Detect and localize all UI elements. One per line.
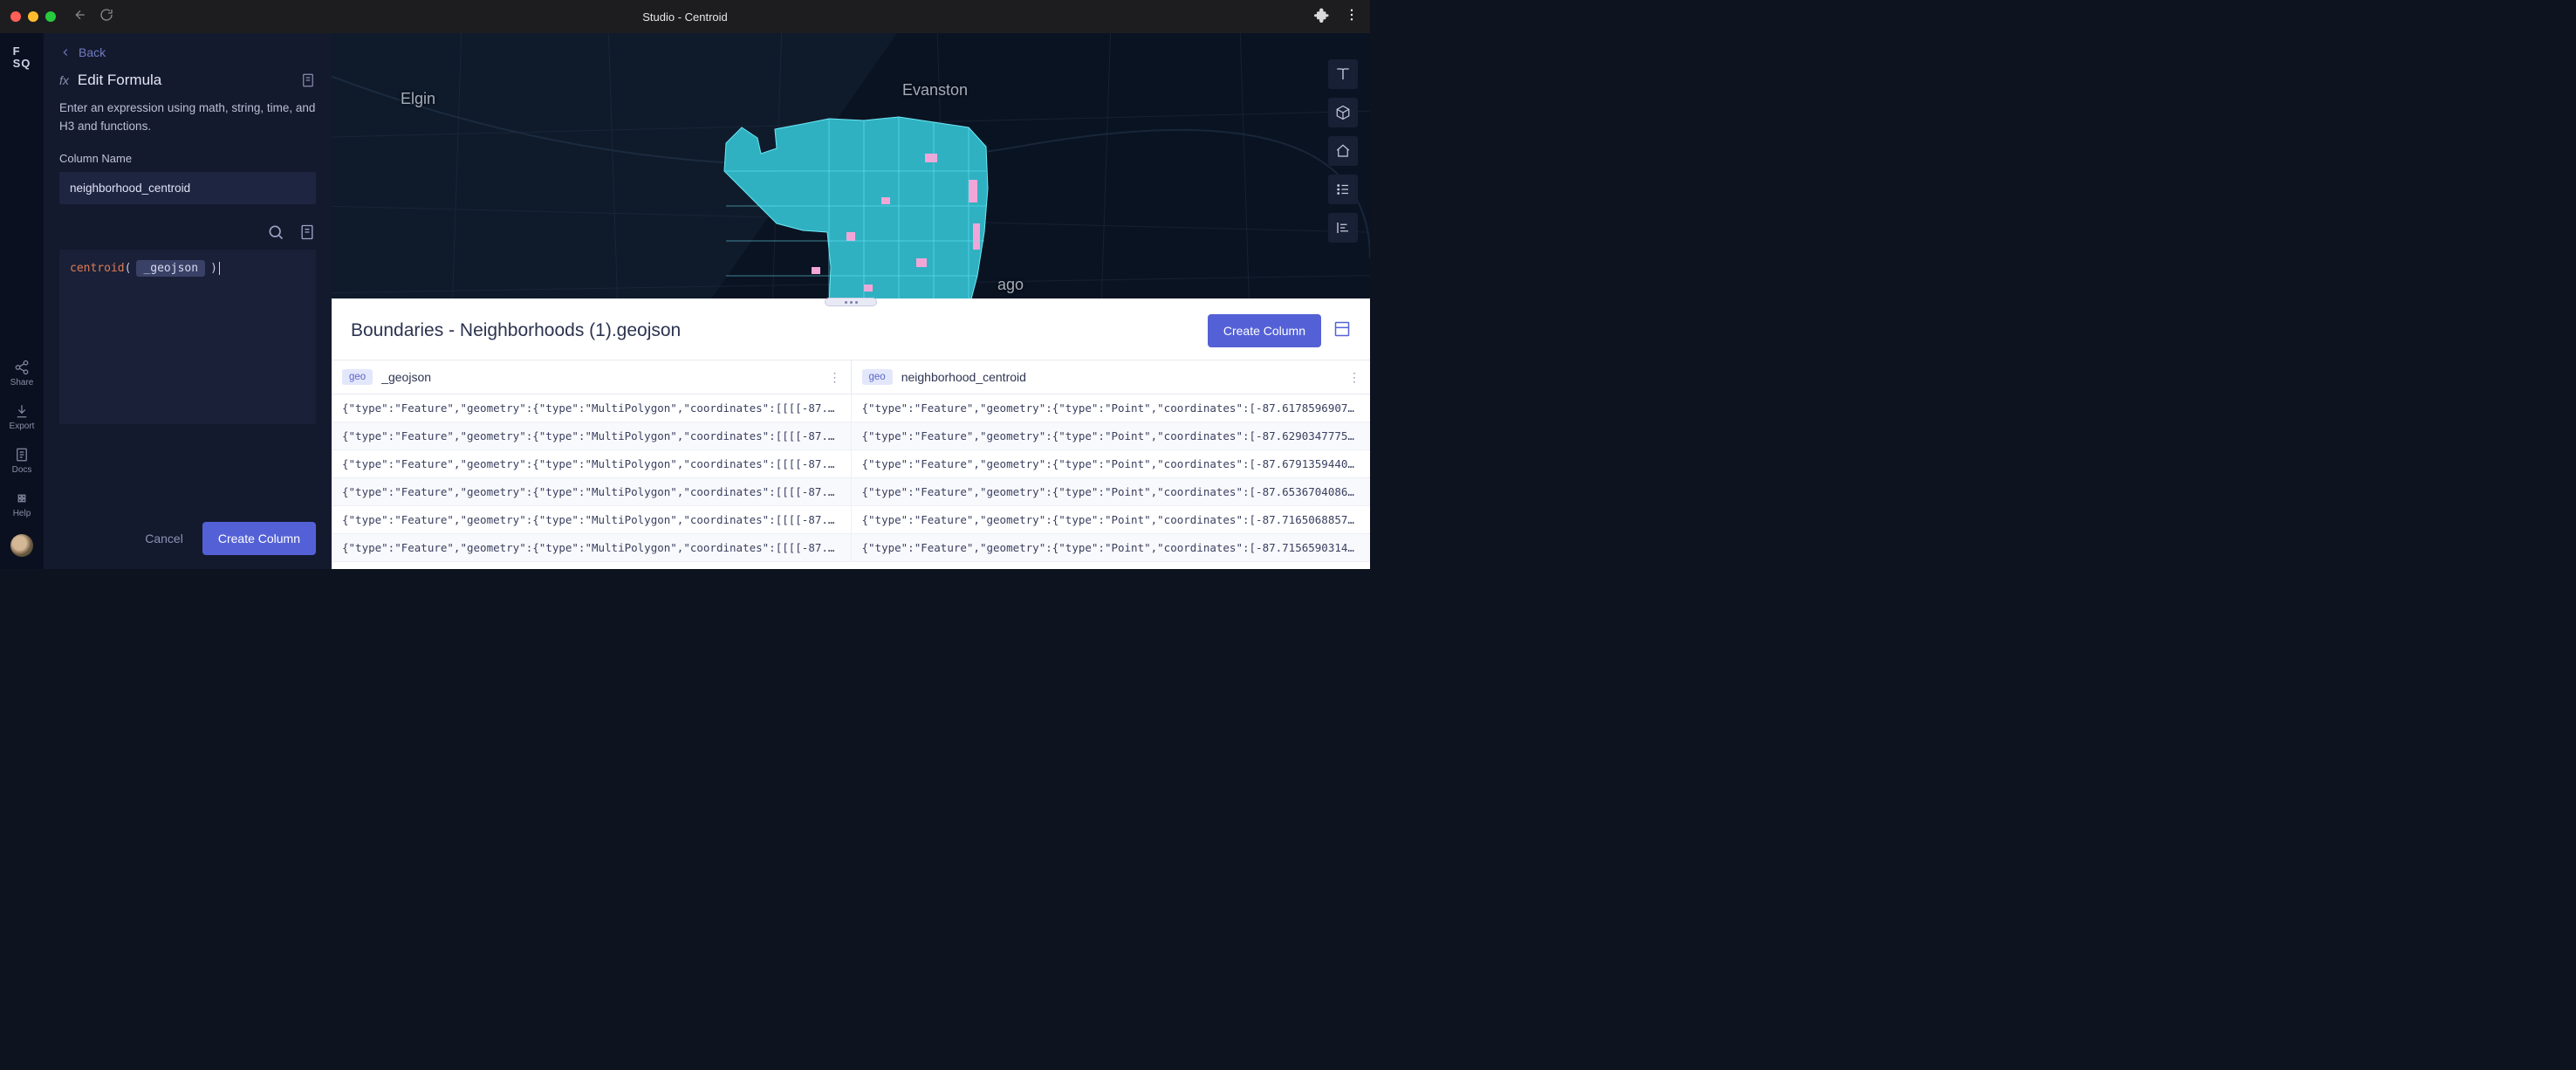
fx-icon: fx	[59, 73, 69, 87]
map-label: ago	[997, 276, 1024, 294]
column-header[interactable]: geo neighborhood_centroid ⋮	[852, 360, 1371, 394]
window-title: Studio - Centroid	[642, 10, 728, 24]
table-cell: {"type":"Feature","geometry":{"type":"Po…	[852, 450, 1371, 477]
house-icon[interactable]	[1328, 136, 1358, 166]
column-menu-icon[interactable]: ⋮	[829, 370, 842, 385]
table-cell: {"type":"Feature","geometry":{"type":"Po…	[852, 506, 1371, 533]
column-name: neighborhood_centroid	[901, 370, 1026, 384]
book-open-icon[interactable]	[1328, 59, 1358, 89]
column-name: _geojson	[381, 370, 431, 384]
text-cursor	[219, 262, 227, 275]
map-label: Elgin	[401, 90, 435, 108]
help-icon	[14, 490, 30, 506]
minimize-window-icon[interactable]	[28, 11, 38, 22]
back-button[interactable]: Back	[59, 45, 316, 59]
export-icon	[14, 403, 30, 419]
search-icon[interactable]	[267, 223, 284, 241]
column-name-label: Column Name	[59, 152, 316, 165]
rail-label: Docs	[12, 465, 32, 475]
table-body[interactable]: {"type":"Feature","geometry":{"type":"Mu…	[332, 394, 1370, 569]
rail-label: Export	[10, 422, 35, 431]
docs-icon	[14, 447, 30, 463]
type-chip: geo	[862, 369, 893, 385]
panel-description: Enter an expression using math, string, …	[59, 99, 316, 136]
reference-icon[interactable]	[298, 223, 316, 241]
window-titlebar: Studio - Centroid	[0, 0, 1370, 33]
extension-icon[interactable]	[1314, 7, 1330, 27]
cancel-button[interactable]: Cancel	[133, 522, 195, 555]
create-column-button[interactable]: Create Column	[202, 522, 316, 555]
app-logo: F SQ	[13, 45, 31, 70]
map-polygon-layer	[707, 93, 1004, 319]
table-row[interactable]: {"type":"Feature","geometry":{"type":"Mu…	[332, 534, 1370, 562]
table-cell: {"type":"Feature","geometry":{"type":"Po…	[852, 534, 1371, 561]
table-cell: {"type":"Feature","geometry":{"type":"Mu…	[332, 534, 852, 561]
maximize-window-icon[interactable]	[45, 11, 56, 22]
panel-title: Edit Formula	[78, 72, 291, 89]
table-cell: {"type":"Feature","geometry":{"type":"Mu…	[332, 422, 852, 449]
rail-share[interactable]: Share	[10, 360, 34, 388]
column-header[interactable]: geo _geojson ⋮	[332, 360, 852, 394]
table-header-row: geo _geojson ⋮ geo neighborhood_centroid…	[332, 360, 1370, 394]
map-right-rail	[1328, 59, 1358, 243]
rail-label: Help	[13, 509, 31, 518]
formula-token: _geojson	[136, 260, 205, 277]
rail-help[interactable]: Help	[13, 490, 31, 518]
column-menu-icon[interactable]: ⋮	[1348, 370, 1361, 385]
table-cell: {"type":"Feature","geometry":{"type":"Mu…	[332, 394, 852, 422]
panel-resize-handle[interactable]	[825, 298, 877, 306]
rail-docs[interactable]: Docs	[12, 447, 32, 475]
back-nav-icon[interactable]	[73, 8, 87, 26]
back-label: Back	[79, 45, 106, 59]
table-cell: {"type":"Feature","geometry":{"type":"Po…	[852, 422, 1371, 449]
formula-panel: Back fx Edit Formula Enter an expression…	[44, 33, 332, 569]
table-title: Boundaries - Neighborhoods (1).geojson	[351, 320, 1208, 341]
reload-icon[interactable]	[99, 8, 113, 26]
list-icon[interactable]	[1328, 175, 1358, 204]
align-left-icon[interactable]	[1328, 213, 1358, 243]
left-rail: F SQ Share Export Docs Help	[0, 33, 44, 569]
rail-export[interactable]: Export	[10, 403, 35, 431]
user-avatar[interactable]	[10, 534, 33, 557]
column-name-input[interactable]	[59, 172, 316, 204]
table-row[interactable]: {"type":"Feature","geometry":{"type":"Mu…	[332, 394, 1370, 422]
formula-editor[interactable]: centroid(_geojson)	[59, 250, 316, 424]
data-table-panel: Boundaries - Neighborhoods (1).geojson C…	[332, 298, 1370, 569]
table-row[interactable]: {"type":"Feature","geometry":{"type":"Mu…	[332, 478, 1370, 506]
table-cell: {"type":"Feature","geometry":{"type":"Po…	[852, 478, 1371, 505]
type-chip: geo	[342, 369, 373, 385]
layout-toggle-icon[interactable]	[1333, 320, 1351, 342]
rail-label: Share	[10, 378, 34, 388]
cube-icon[interactable]	[1328, 98, 1358, 127]
close-window-icon[interactable]	[10, 11, 21, 22]
document-icon[interactable]	[300, 72, 316, 88]
share-icon	[14, 360, 30, 375]
chevron-left-icon	[59, 46, 72, 58]
table-cell: {"type":"Feature","geometry":{"type":"Mu…	[332, 478, 852, 505]
window-controls	[10, 11, 56, 22]
table-row[interactable]: {"type":"Feature","geometry":{"type":"Mu…	[332, 422, 1370, 450]
table-cell: {"type":"Feature","geometry":{"type":"Po…	[852, 394, 1371, 422]
table-cell: {"type":"Feature","geometry":{"type":"Mu…	[332, 506, 852, 533]
table-row[interactable]: {"type":"Feature","geometry":{"type":"Mu…	[332, 450, 1370, 478]
formula-fn: centroid	[70, 262, 125, 275]
table-cell: {"type":"Feature","geometry":{"type":"Mu…	[332, 450, 852, 477]
create-column-button-table[interactable]: Create Column	[1208, 314, 1321, 347]
map-label: Evanston	[902, 81, 968, 99]
overflow-menu-icon[interactable]	[1344, 7, 1360, 27]
main-content: Elgin Evanston ago Boundaries - Neighborho…	[332, 33, 1370, 569]
table-row[interactable]: {"type":"Feature","geometry":{"type":"Mu…	[332, 506, 1370, 534]
